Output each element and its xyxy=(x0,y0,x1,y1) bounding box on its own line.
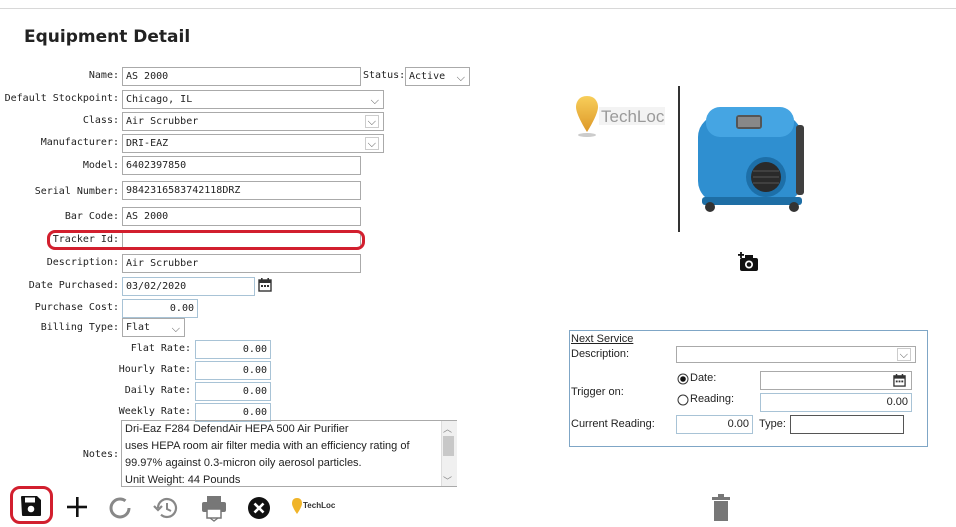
date-purchased-label: Date Purchased: xyxy=(28,280,119,291)
chevron-down-icon: ⌵ xyxy=(364,137,379,150)
default-stockpoint-select[interactable]: Chicago, IL ⌵ xyxy=(122,90,384,109)
trigger-on-label: Trigger on: xyxy=(571,386,624,398)
calendar-icon[interactable] xyxy=(258,278,272,295)
add-photo-icon[interactable] xyxy=(738,252,760,275)
type-label: Type: xyxy=(759,418,786,430)
techloc-small-logo[interactable]: TechLoc xyxy=(291,497,335,518)
equipment-photo xyxy=(678,85,826,235)
reading-radio-label: Reading: xyxy=(690,393,735,405)
bar-code-input[interactable]: AS 2000 xyxy=(122,207,361,226)
class-value: Air Scrubber xyxy=(126,116,199,127)
notes-scrollbar-thumb[interactable] xyxy=(443,436,454,456)
model-label: Model: xyxy=(82,160,119,171)
serial-number-input[interactable]: 9842316583742118DRZ xyxy=(122,181,361,200)
history-icon[interactable] xyxy=(153,496,179,523)
next-service-description-label: Description: xyxy=(571,348,630,360)
bar-code-label: Bar Code: xyxy=(64,211,119,222)
hourly-rate-input[interactable]: 0.00 xyxy=(195,361,271,380)
notes-line: Dri-Eaz F284 DefendAir HEPA 500 Air Puri… xyxy=(125,423,349,435)
billing-type-select[interactable]: Flat ⌵ xyxy=(122,318,185,337)
next-service-title: Next Service xyxy=(571,333,634,345)
manufacturer-select[interactable]: DRI-EAZ ⌵ xyxy=(122,134,384,153)
name-label: Name: xyxy=(88,70,119,81)
reading-radio[interactable] xyxy=(677,394,689,409)
manufacturer-label: Manufacturer: xyxy=(40,137,119,148)
status-value: Active xyxy=(409,71,446,82)
notes-line: uses HEPA room air filter media with an … xyxy=(125,440,410,452)
type-input[interactable] xyxy=(790,415,904,434)
hourly-rate-label: Hourly Rate: xyxy=(118,364,191,375)
daily-rate-label: Daily Rate: xyxy=(124,385,191,396)
weekly-rate-label: Weekly Rate: xyxy=(118,406,191,417)
manufacturer-value: DRI-EAZ xyxy=(126,138,169,149)
close-circle-icon[interactable] xyxy=(247,496,271,523)
notes-line: Unit Weight: 44 Pounds xyxy=(125,474,241,486)
serial-number-label: Serial Number: xyxy=(34,186,119,197)
next-service-description-select[interactable]: ⌵ xyxy=(676,346,916,363)
model-input[interactable]: 6402397850 xyxy=(122,156,361,175)
page-title: Equipment Detail xyxy=(24,27,191,47)
class-label: Class: xyxy=(82,115,119,126)
purchase-cost-input[interactable]: 0.00 xyxy=(122,299,198,318)
scroll-down-icon[interactable]: ﹀ xyxy=(443,474,452,487)
next-service-reading-input[interactable]: 0.00 xyxy=(760,393,912,412)
daily-rate-input[interactable]: 0.00 xyxy=(195,382,271,401)
chevron-down-icon: ⌵ xyxy=(171,322,180,335)
trash-icon[interactable] xyxy=(711,494,731,525)
techloc-small-logo-text: TechLoc xyxy=(303,501,336,510)
techloc-logo-text: TechLoc xyxy=(601,107,665,126)
notes-textarea[interactable]: Dri-Eaz F284 DefendAir HEPA 500 Air Puri… xyxy=(121,420,457,487)
techloc-logo: TechLoc xyxy=(575,92,675,145)
status-label: Status: xyxy=(363,70,406,81)
save-icon[interactable] xyxy=(19,494,43,521)
billing-type-value: Flat xyxy=(126,322,151,333)
default-stockpoint-label: Default Stockpoint: xyxy=(4,93,119,104)
description-input[interactable]: Air Scrubber xyxy=(122,254,361,273)
date-purchased-input[interactable]: 03/02/2020 xyxy=(122,277,255,296)
notes-label: Notes: xyxy=(82,449,119,460)
notes-line: 99.97% against 0.3-micron oily aerosol p… xyxy=(125,457,362,469)
status-select[interactable]: Active ⌵ xyxy=(405,67,470,86)
date-radio-label: Date: xyxy=(690,372,717,384)
flat-rate-label: Flat Rate: xyxy=(130,343,191,354)
chevron-down-icon: ⌵ xyxy=(456,71,465,84)
scroll-up-icon[interactable]: ︿ xyxy=(443,422,452,435)
current-reading-label: Current Reading: xyxy=(571,418,655,430)
print-icon[interactable] xyxy=(200,494,228,525)
calendar-icon[interactable] xyxy=(893,374,906,390)
chevron-down-icon: ⌵ xyxy=(364,115,379,128)
top-cut-text-bar xyxy=(0,0,956,9)
next-service-date-input[interactable] xyxy=(760,371,912,390)
tracker-id-highlight xyxy=(47,230,365,250)
flat-rate-input[interactable]: 0.00 xyxy=(195,340,271,359)
date-radio[interactable] xyxy=(677,373,689,388)
name-input[interactable]: AS 2000 xyxy=(122,67,361,86)
purchase-cost-label: Purchase Cost: xyxy=(34,302,119,313)
chevron-down-icon: ⌵ xyxy=(370,94,379,107)
description-label: Description: xyxy=(46,257,119,268)
plus-icon[interactable] xyxy=(66,496,88,521)
current-reading-input[interactable]: 0.00 xyxy=(676,415,753,434)
class-select[interactable]: Air Scrubber ⌵ xyxy=(122,112,384,131)
billing-type-label: Billing Type: xyxy=(40,322,119,333)
chevron-down-icon: ⌵ xyxy=(896,348,911,361)
default-stockpoint-value: Chicago, IL xyxy=(126,94,193,105)
refresh-icon[interactable] xyxy=(108,496,132,523)
